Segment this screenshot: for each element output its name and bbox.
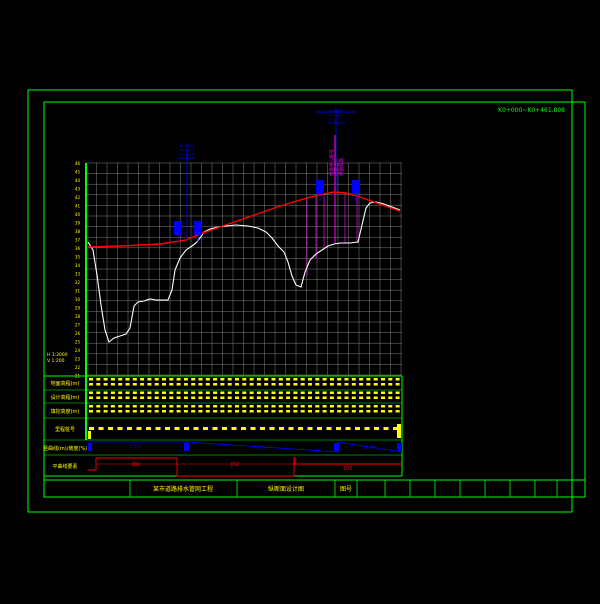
ground-line <box>87 201 401 343</box>
slope-label-1: 0.5% <box>129 444 141 450</box>
curve-label-1: JD1 <box>131 462 141 468</box>
y-tick-label: 26 <box>75 331 81 336</box>
marker-text: T=45.0 <box>328 114 343 118</box>
table-row-label: 竖曲线(m)/坡度(%) <box>43 445 87 452</box>
sheet-label: 图号 <box>340 486 352 493</box>
inner-frame <box>43 101 586 498</box>
y-tick-label: 28 <box>75 314 81 319</box>
marker-text: R=3000 <box>180 144 195 148</box>
marker-box <box>194 221 202 243</box>
y-tick-label: 25 <box>75 340 81 345</box>
scale-vertical: V 1:200 <box>47 358 65 364</box>
table-row-label: 设计高程(m) <box>51 394 80 401</box>
y-tick-label: 23 <box>75 357 81 362</box>
marker-text: T=30.0 <box>179 149 194 153</box>
slope-row: 0.5% 1.2% -0.8% <box>88 441 403 453</box>
y-tick-label: 27 <box>75 323 81 328</box>
y-tick-label: 38 <box>75 229 81 234</box>
y-tick-label: 22 <box>75 365 81 370</box>
y-tick-label: 29 <box>75 306 81 311</box>
marker-text: E=0.17 <box>329 118 342 122</box>
y-tick-label: 42 <box>75 195 81 200</box>
table-values <box>88 378 401 439</box>
table-row-labels: 地面高程(m) 设计高程(m) 填挖高度(m) 里程桩号竖曲线(m)/坡度(%) 平曲线… <box>43 380 87 470</box>
design-line <box>87 191 401 248</box>
drawing-number: K0+000~K0+461.808 <box>498 107 565 114</box>
curve-label-3: JD3 <box>343 466 353 472</box>
y-tick-label: 36 <box>75 246 81 251</box>
y-tick-label: 43 <box>75 187 81 192</box>
y-tick-label: 40 <box>75 212 81 217</box>
y-tick-label: 37 <box>75 238 81 243</box>
drawing-title: 纵断面设计图 <box>268 485 304 493</box>
scale-horizontal: H 1:2000 <box>47 352 68 358</box>
title-block: 某市道路排水管网工程 纵断面设计图 图号 <box>44 479 585 497</box>
project-name: 某市道路排水管网工程 <box>153 485 213 493</box>
y-tick-label: 30 <box>75 297 81 302</box>
y-tick-label: 33 <box>75 272 81 277</box>
marker-box <box>174 221 182 243</box>
y-tick-label: 44 <box>75 178 81 183</box>
y-tick-label: 31 <box>75 289 81 294</box>
table-row-label: 平曲线要素 <box>52 463 77 470</box>
y-tick-label: 45 <box>75 170 81 175</box>
marker-text: E=0.15 <box>180 153 193 157</box>
curve-label-2: JD2 <box>230 462 240 468</box>
y-tick-label: 32 <box>75 280 81 285</box>
y-tick-label: 46 <box>75 161 81 166</box>
table-row-label: 填挖高度(m) <box>51 408 80 415</box>
bridge-label: 桥梁中心桩号 <box>328 149 335 176</box>
y-tick-label: 41 <box>75 204 81 209</box>
profile-table <box>44 375 403 477</box>
table-row-label: 地面高程(m) <box>51 380 80 387</box>
y-tick-labels: 46 45 44 43 42 41 40 39 38 37 36 35 34 33 32 31 30 29 28 27… <box>75 161 81 379</box>
bridge-label: 桥面标高 <box>338 158 345 176</box>
horizontal-curve-row: JD1 JD2 JD3 <box>88 457 402 477</box>
bridge-lines: 桥梁中心桩号 桥梁全长 桥面标高 <box>306 135 358 275</box>
y-tick-label: 35 <box>75 255 81 260</box>
slope-label-3: -0.8% <box>363 445 377 451</box>
table-row-label: 里程桩号 <box>55 426 75 433</box>
y-tick-label: 24 <box>75 348 81 353</box>
drawing-sheet: K0+000~K0+461.808 46 45 44 43 42 41 40 39 38 37 36… <box>0 0 600 600</box>
slope-label-2: 1.2% <box>254 445 266 451</box>
y-tick-label: 34 <box>75 263 81 268</box>
y-tick-label: 39 <box>75 221 81 226</box>
bridge-label: 桥梁全长 <box>333 158 340 176</box>
